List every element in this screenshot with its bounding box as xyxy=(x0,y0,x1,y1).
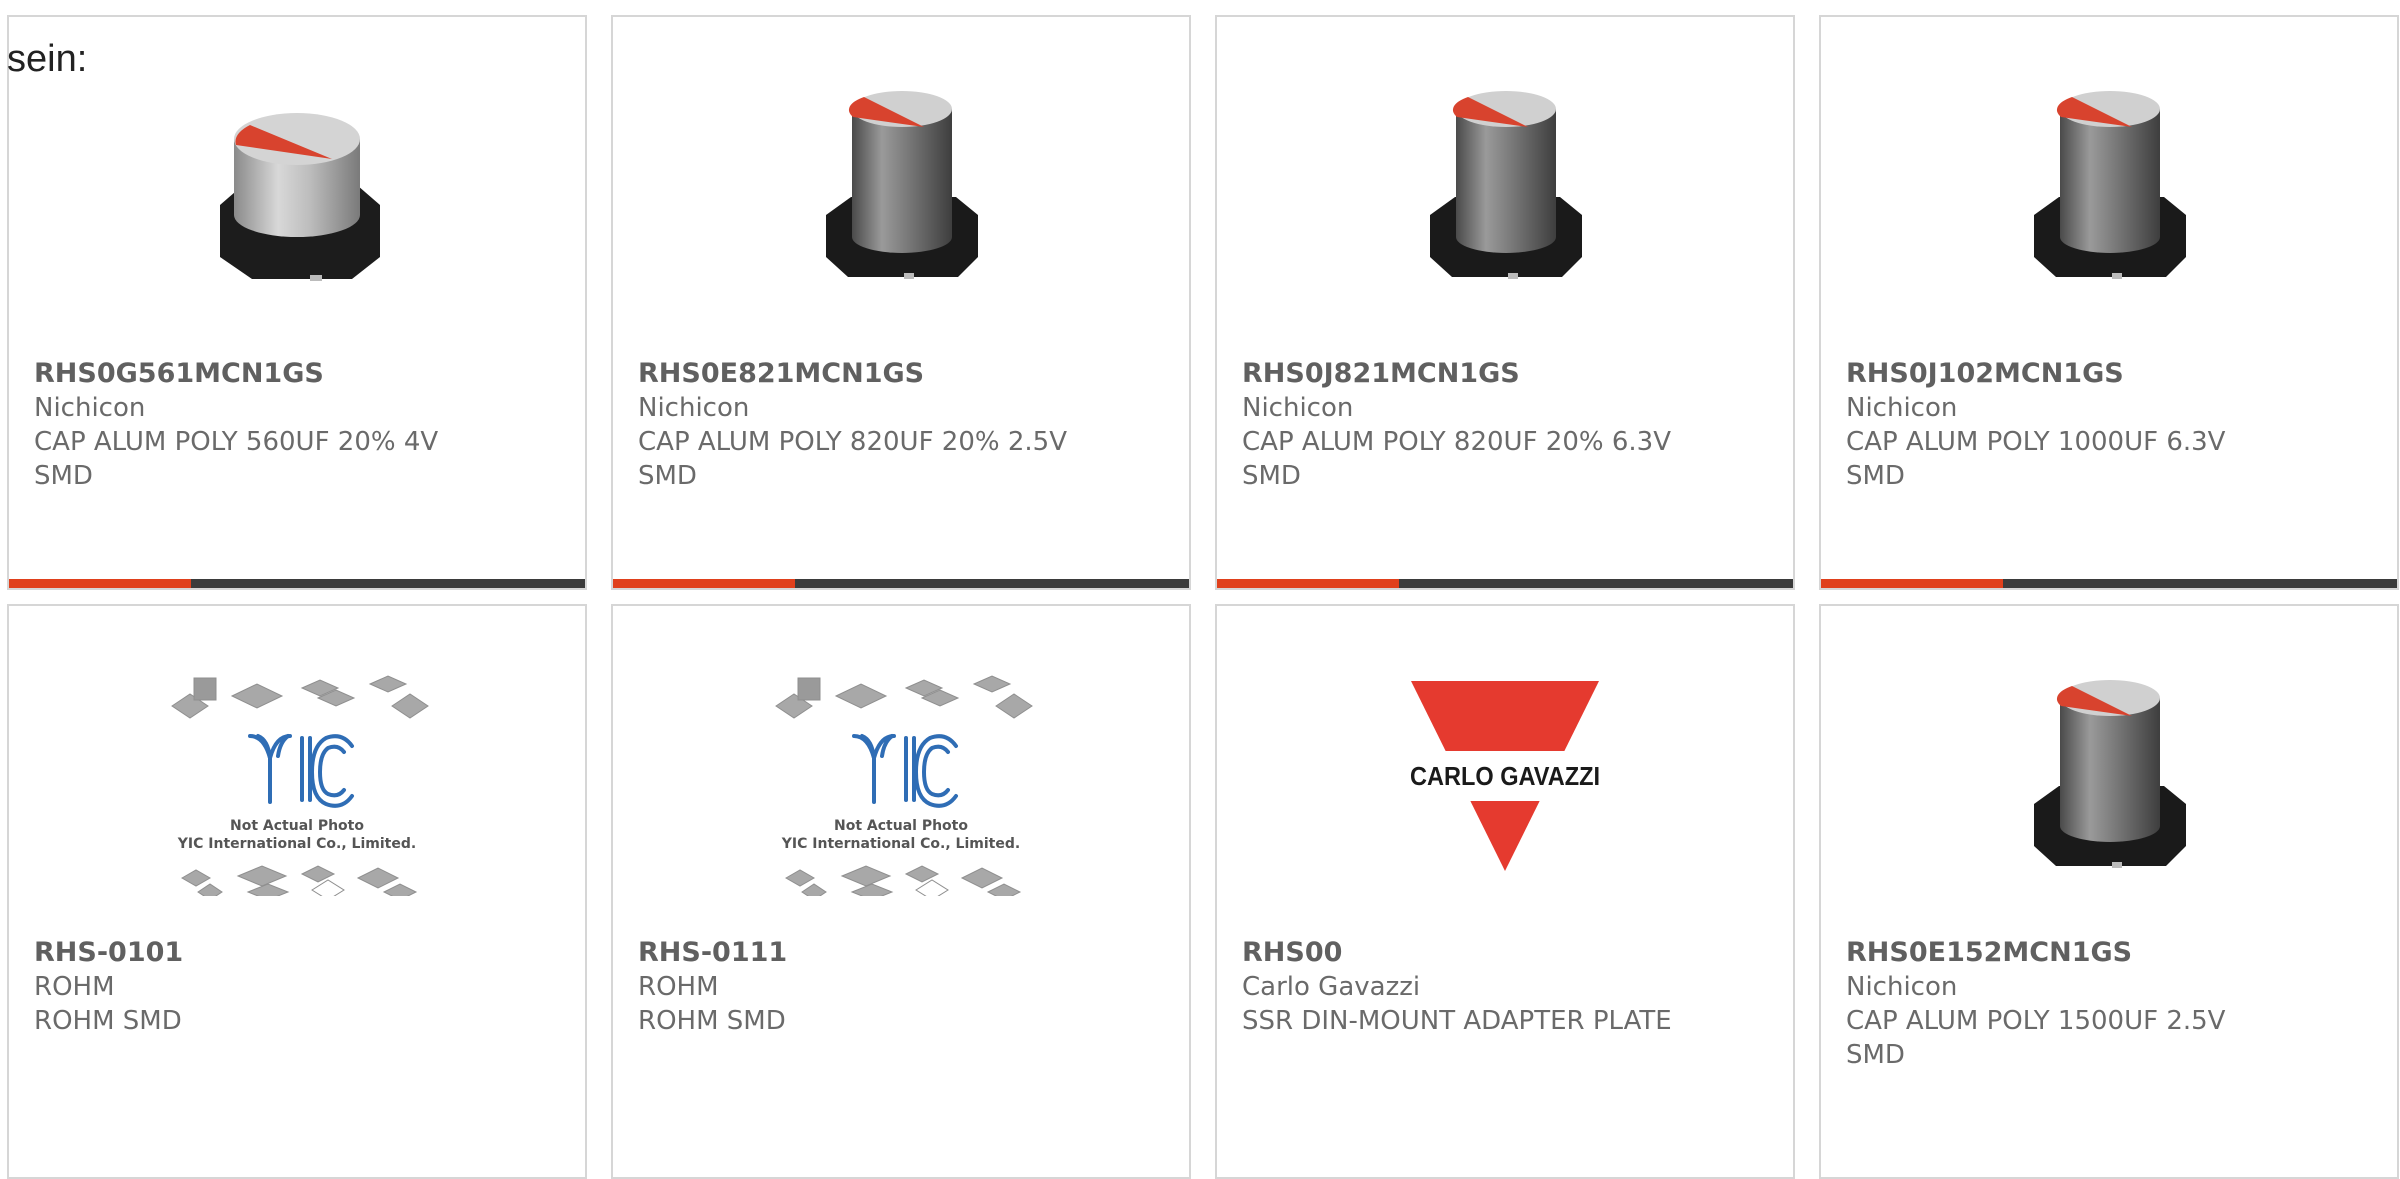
product-description: ROHM SMD xyxy=(34,1006,182,1036)
manufacturer-name: Nichicon xyxy=(1846,972,1958,1002)
card-hover-bar xyxy=(1821,579,2397,588)
part-number-link[interactable]: RHS00 xyxy=(1242,936,1773,970)
part-number-link[interactable]: RHS0J821MCN1GS xyxy=(1242,357,1773,391)
image-caption-1: Not Actual Photo xyxy=(230,818,364,834)
card-hover-bar-accent xyxy=(1217,579,1399,588)
product-description: CAP ALUM POLY 820UF 20% 6.3V SMD xyxy=(1242,427,1671,491)
product-info: RHS-0101 ROHM ROHM SMD xyxy=(34,936,565,1038)
product-description: SSR DIN-MOUNT ADAPTER PLATE xyxy=(1242,1006,1672,1036)
product-card[interactable]: CARLO GAVAZZI RHS00 Carlo Gavazzi SSR DI… xyxy=(1215,604,1795,1179)
capacitor-tall-icon xyxy=(1430,91,1582,279)
product-image[interactable] xyxy=(9,57,585,317)
product-description: CAP ALUM POLY 1500UF 2.5V SMD xyxy=(1846,1006,2226,1070)
image-caption-2: YIC International Co., Limited. xyxy=(177,836,416,852)
manufacturer-name: Nichicon xyxy=(1846,393,1958,423)
product-grid: RHS0G561MCN1GS Nichicon CAP ALUM POLY 56… xyxy=(7,15,2399,1179)
logo-text: CARLO GAVAZZI xyxy=(1410,761,1600,791)
capacitor-tall-icon xyxy=(826,91,978,279)
card-hover-bar xyxy=(9,579,585,588)
card-hover-bar xyxy=(613,579,1189,588)
image-caption-2: YIC International Co., Limited. xyxy=(781,836,1020,852)
part-number-link[interactable]: RHS0E152MCN1GS xyxy=(1846,936,2377,970)
card-hover-bar-accent xyxy=(1821,579,2003,588)
product-card[interactable]: RHS0J821MCN1GS Nichicon CAP ALUM POLY 82… xyxy=(1215,15,1795,590)
product-card[interactable]: RHS0E152MCN1GS Nichicon CAP ALUM POLY 15… xyxy=(1819,604,2399,1179)
product-info: RHS-0111 ROHM ROHM SMD xyxy=(638,936,1169,1038)
product-description: ROHM SMD xyxy=(638,1006,786,1036)
product-card[interactable]: RHS0E821MCN1GS Nichicon CAP ALUM POLY 82… xyxy=(611,15,1191,590)
product-card[interactable]: Not Actual Photo YIC International Co., … xyxy=(611,604,1191,1179)
product-card[interactable]: Not Actual Photo YIC International Co., … xyxy=(7,604,587,1179)
product-description: CAP ALUM POLY 820UF 20% 2.5V SMD xyxy=(638,427,1067,491)
truncated-heading-text: sein: xyxy=(7,38,88,80)
manufacturer-name: ROHM xyxy=(34,972,115,1002)
card-hover-bar xyxy=(1217,579,1793,588)
capacitor-tall-icon xyxy=(2034,91,2186,279)
manufacturer-name: Nichicon xyxy=(1242,393,1354,423)
product-info: RHS0E152MCN1GS Nichicon CAP ALUM POLY 15… xyxy=(1846,936,2377,1072)
product-info: RHS00 Carlo Gavazzi SSR DIN-MOUNT ADAPTE… xyxy=(1242,936,1773,1038)
manufacturer-name: Nichicon xyxy=(638,393,750,423)
capacitor-wide-icon xyxy=(220,113,380,281)
part-number-link[interactable]: RHS-0111 xyxy=(638,936,1169,970)
product-description: CAP ALUM POLY 1000UF 6.3V SMD xyxy=(1846,427,2226,491)
part-number-link[interactable]: RHS0G561MCN1GS xyxy=(34,357,565,391)
yic-not-actual-photo-icon: Not Actual Photo YIC International Co., … xyxy=(171,675,429,896)
part-number-link[interactable]: RHS-0101 xyxy=(34,936,565,970)
product-info: RHS0J102MCN1GS Nichicon CAP ALUM POLY 10… xyxy=(1846,357,2377,493)
product-card[interactable]: RHS0J102MCN1GS Nichicon CAP ALUM POLY 10… xyxy=(1819,15,2399,590)
carlo-gavazzi-logo: CARLO GAVAZZI xyxy=(1405,681,1605,871)
manufacturer-name: ROHM xyxy=(638,972,719,1002)
product-image[interactable] xyxy=(1217,57,1793,317)
part-number-link[interactable]: RHS0J102MCN1GS xyxy=(1846,357,2377,391)
capacitor-tall-icon xyxy=(2034,680,2186,868)
part-number-link[interactable]: RHS0E821MCN1GS xyxy=(638,357,1169,391)
image-caption-1: Not Actual Photo xyxy=(834,818,968,834)
product-info: RHS0E821MCN1GS Nichicon CAP ALUM POLY 82… xyxy=(638,357,1169,493)
product-description: CAP ALUM POLY 560UF 20% 4V SMD xyxy=(34,427,439,491)
product-info: RHS0J821MCN1GS Nichicon CAP ALUM POLY 82… xyxy=(1242,357,1773,493)
product-image[interactable] xyxy=(613,57,1189,317)
product-image[interactable]: Not Actual Photo YIC International Co., … xyxy=(613,646,1189,906)
yic-not-actual-photo-icon: Not Actual Photo YIC International Co., … xyxy=(775,675,1033,896)
card-hover-bar-accent xyxy=(9,579,191,588)
card-hover-bar-accent xyxy=(613,579,795,588)
product-info: RHS0G561MCN1GS Nichicon CAP ALUM POLY 56… xyxy=(34,357,565,493)
product-image[interactable] xyxy=(1821,646,2397,906)
product-card[interactable]: RHS0G561MCN1GS Nichicon CAP ALUM POLY 56… xyxy=(7,15,587,590)
manufacturer-name: Nichicon xyxy=(34,393,146,423)
product-image[interactable]: Not Actual Photo YIC International Co., … xyxy=(9,646,585,906)
manufacturer-name: Carlo Gavazzi xyxy=(1242,972,1421,1002)
product-image[interactable] xyxy=(1821,57,2397,317)
product-image[interactable]: CARLO GAVAZZI xyxy=(1217,646,1793,906)
